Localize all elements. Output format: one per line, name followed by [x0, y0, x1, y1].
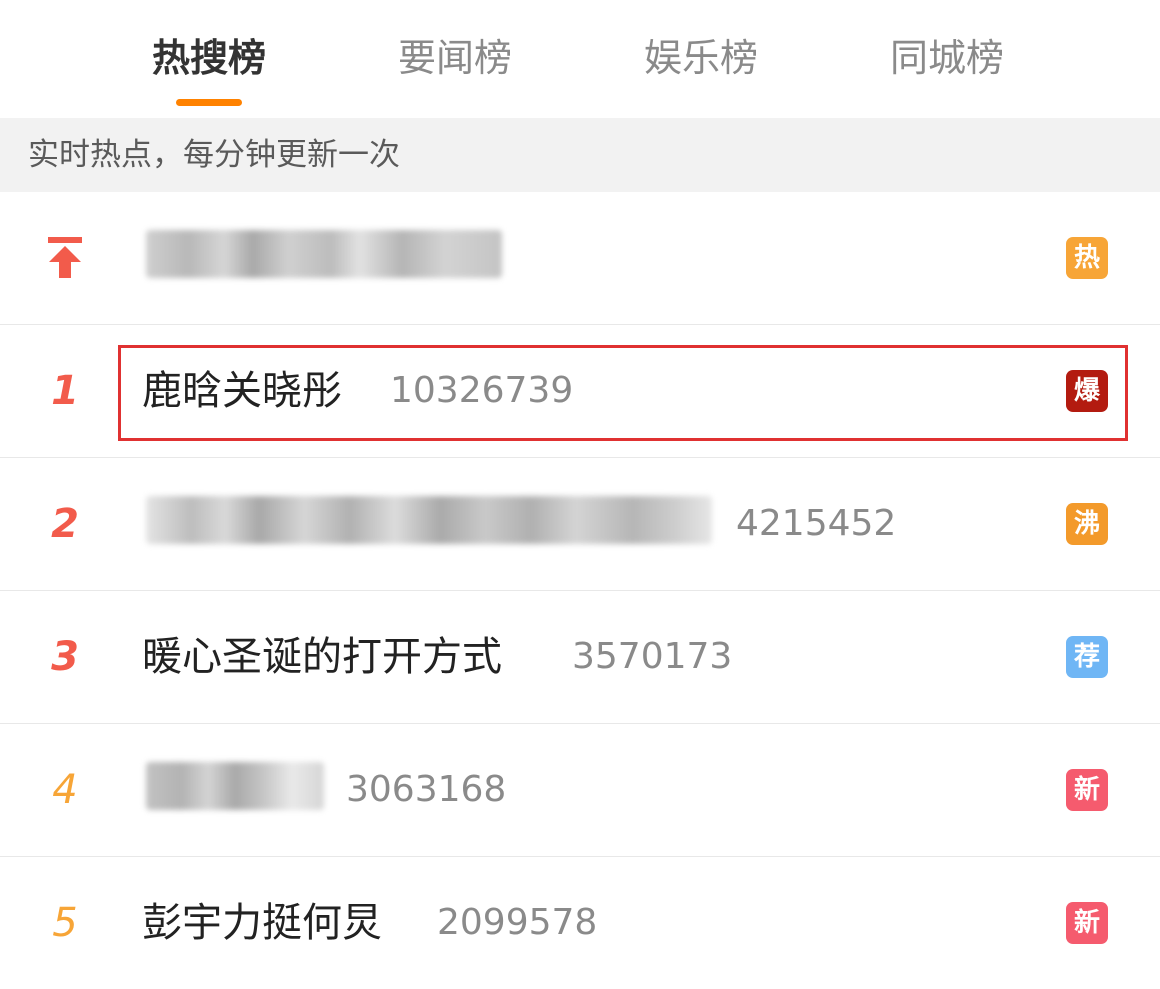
- badge-recommend: 荐: [1066, 636, 1108, 678]
- item-title: 暖心圣诞的打开方式: [142, 634, 502, 680]
- tab-hot-search[interactable]: 热搜榜: [124, 28, 294, 88]
- item-count: 3063168: [346, 769, 507, 810]
- rank-number: 2: [51, 501, 79, 547]
- tab-local[interactable]: 同城榜: [862, 28, 1032, 88]
- list-item[interactable]: 2 4215452 沸: [0, 458, 1160, 591]
- rank-number: 3: [51, 634, 79, 680]
- tab-bar: 热搜榜 要闻榜 娱乐榜 同城榜: [0, 0, 1160, 118]
- tab-entertainment[interactable]: 娱乐榜: [616, 28, 786, 88]
- subheader-text: 实时热点，每分钟更新一次: [28, 137, 400, 173]
- rank-number: 5: [52, 900, 78, 946]
- rank-number: 1: [51, 368, 79, 414]
- tab-news[interactable]: 要闻榜: [370, 28, 540, 88]
- badge-boil: 沸: [1066, 503, 1108, 545]
- item-count: 4215452: [736, 503, 897, 544]
- blurred-title: [146, 762, 324, 810]
- item-count: 3570173: [572, 636, 733, 677]
- rank-number: 4: [52, 767, 78, 813]
- item-title: 彭宇力挺何炅: [142, 900, 382, 946]
- list-item-pinned[interactable]: 热: [0, 192, 1160, 325]
- blurred-title: [146, 230, 502, 278]
- badge-new: 新: [1066, 769, 1108, 811]
- highlight-annotation-box: [118, 345, 1128, 441]
- active-tab-indicator: [176, 99, 242, 106]
- pin-top-arrow-icon: [48, 237, 82, 278]
- subheader-banner: 实时热点，每分钟更新一次: [0, 118, 1160, 192]
- list-item[interactable]: 3 暖心圣诞的打开方式 3570173 荐: [0, 591, 1160, 724]
- list-item[interactable]: 4 3063168 新: [0, 724, 1160, 857]
- badge-new: 新: [1066, 902, 1108, 944]
- blurred-title: [146, 496, 712, 544]
- item-count: 2099578: [437, 902, 598, 943]
- badge-hot: 热: [1066, 237, 1108, 279]
- list-item[interactable]: 5 彭宇力挺何炅 2099578 新: [0, 857, 1160, 989]
